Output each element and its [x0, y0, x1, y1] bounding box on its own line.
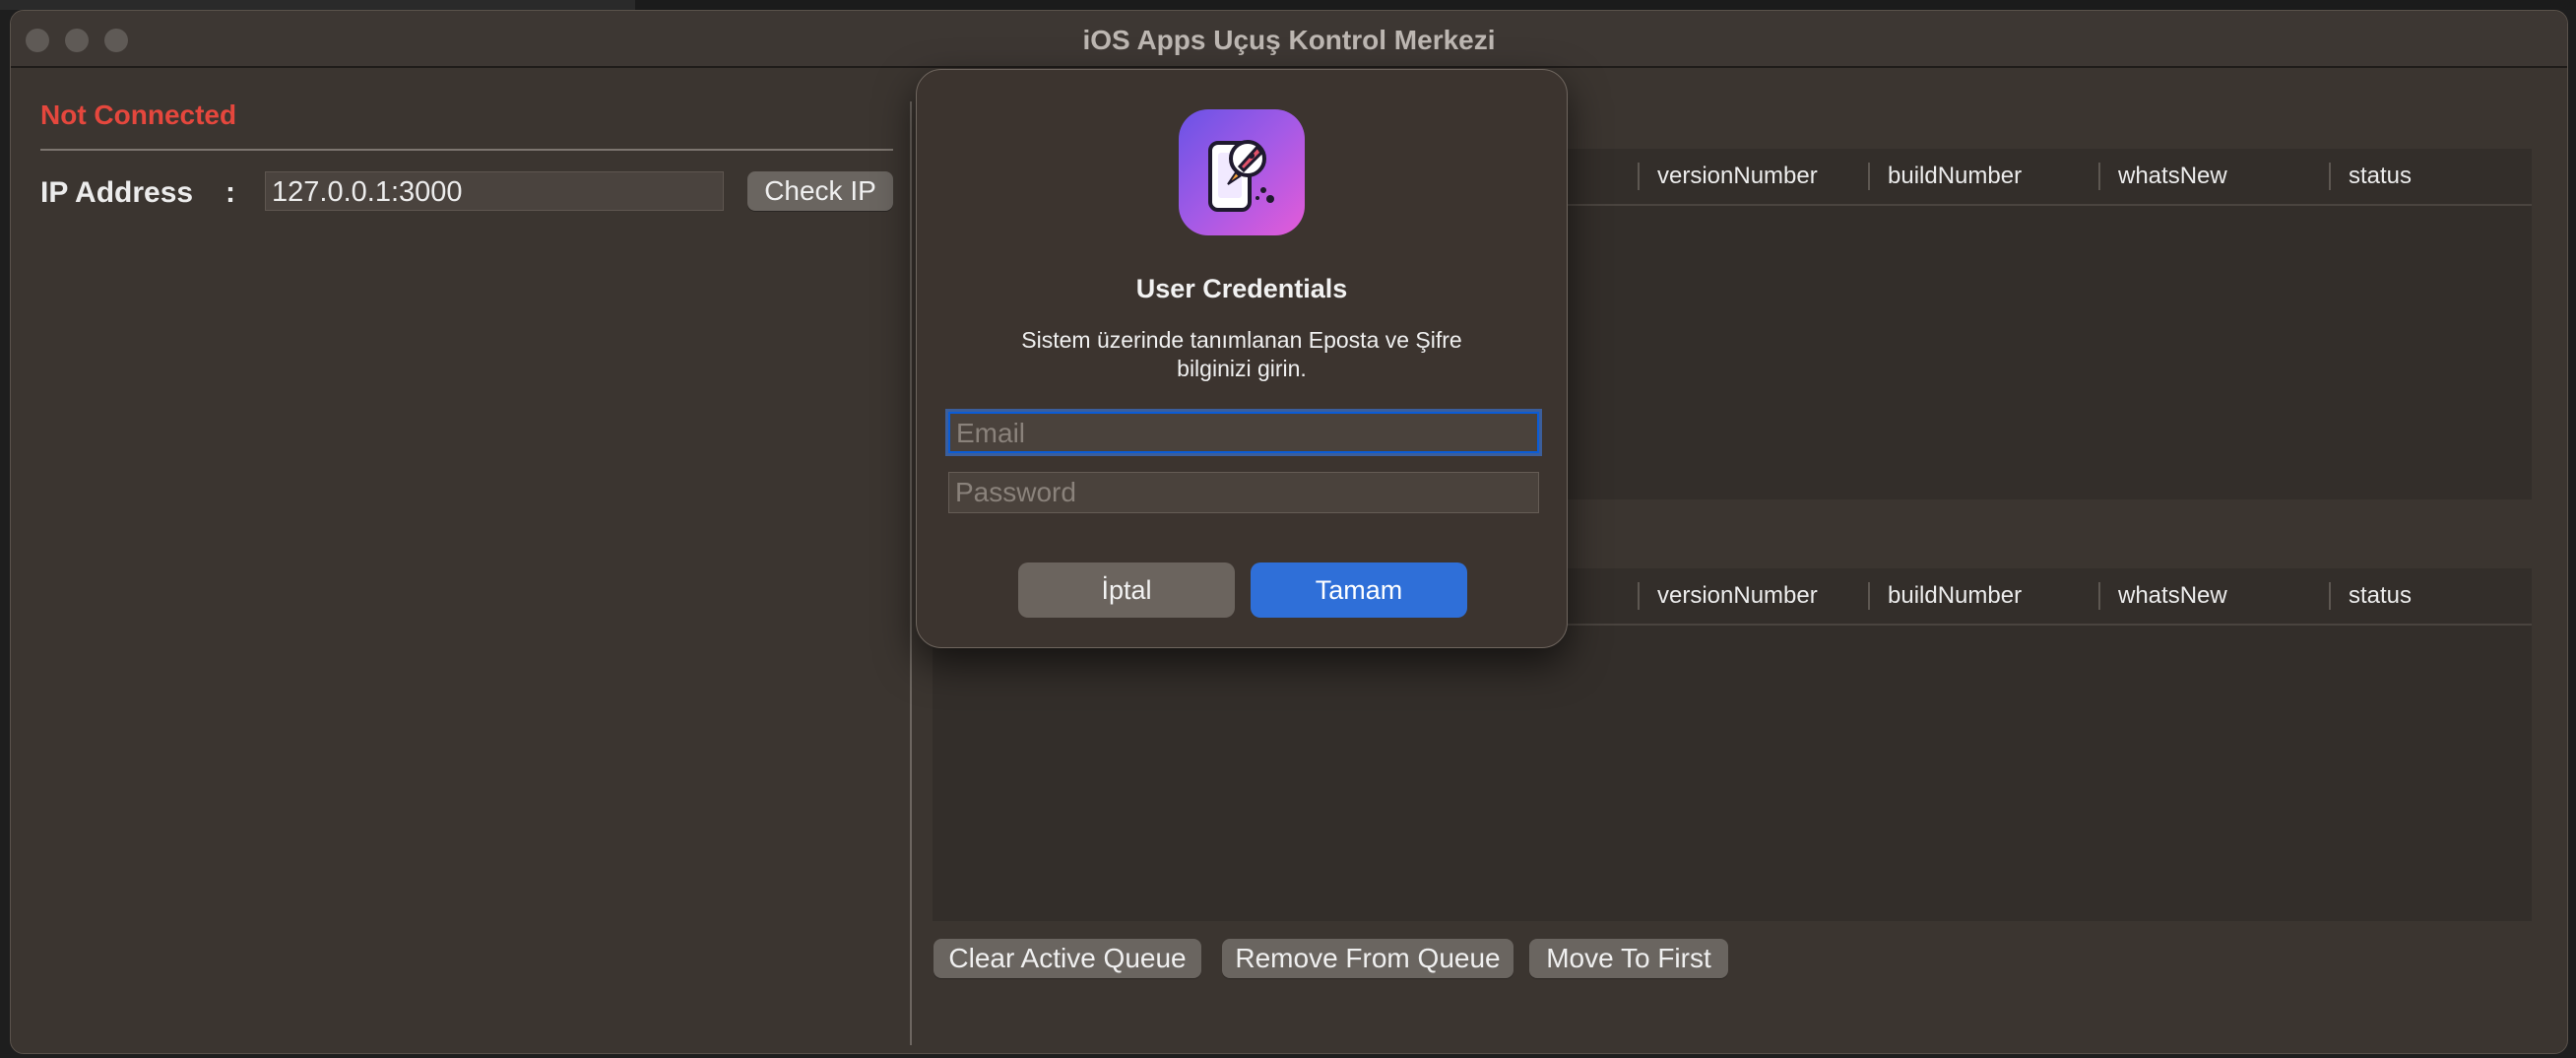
- column-header-versionnumber[interactable]: versionNumber: [1638, 149, 1868, 204]
- column-header-buildnumber[interactable]: buildNumber: [1868, 149, 2098, 204]
- remove-from-queue-button[interactable]: Remove From Queue: [1222, 939, 1513, 978]
- ok-button[interactable]: Tamam: [1251, 562, 1467, 618]
- connection-status: Not Connected: [40, 99, 237, 130]
- column-header-status[interactable]: status: [2329, 568, 2532, 624]
- move-to-first-button[interactable]: Move To First: [1529, 939, 1728, 978]
- dialog-message-line-2: bilginizi girin.: [1177, 356, 1307, 381]
- panel-split-divider: [910, 101, 912, 1045]
- dialog-message-line-1: Sistem üzerinde tanımlanan Eposta ve Şif…: [1021, 327, 1462, 353]
- check-ip-button[interactable]: Check IP: [747, 171, 893, 211]
- dialog-title: User Credentials: [1135, 274, 1348, 303]
- password-field[interactable]: Password: [948, 472, 1539, 513]
- email-field[interactable]: Email: [948, 412, 1539, 453]
- email-placeholder: Email: [956, 418, 1026, 448]
- ip-address-colon: :: [225, 176, 235, 209]
- dialog-message: Sistem üzerinde tanımlanan Eposta ve Şif…: [976, 326, 1508, 383]
- column-header-status[interactable]: status: [2329, 149, 2532, 204]
- cancel-button[interactable]: İptal: [1018, 562, 1235, 618]
- password-placeholder: Password: [955, 477, 1076, 507]
- column-header-versionnumber[interactable]: versionNumber: [1638, 568, 1868, 624]
- clear-active-queue-button[interactable]: Clear Active Queue: [934, 939, 1201, 978]
- left-panel-divider: [40, 149, 893, 151]
- background-window-edge: [635, 0, 2576, 10]
- column-header-whatsnew[interactable]: whatsNew: [2098, 568, 2329, 624]
- title-bar: iOS Apps Uçuş Kontrol Merkezi: [11, 11, 2567, 68]
- window-title: iOS Apps Uçuş Kontrol Merkezi: [1082, 25, 1496, 55]
- column-header-whatsnew[interactable]: whatsNew: [2098, 149, 2329, 204]
- rocket-phone-app-icon: [1179, 109, 1305, 235]
- ip-address-label: IP Address: [40, 176, 194, 209]
- ip-address-input[interactable]: 127.0.0.1:3000: [265, 171, 724, 211]
- column-header-buildnumber[interactable]: buildNumber: [1868, 568, 2098, 624]
- user-credentials-dialog: User Credentials Sistem üzerinde tanımla…: [916, 69, 1568, 648]
